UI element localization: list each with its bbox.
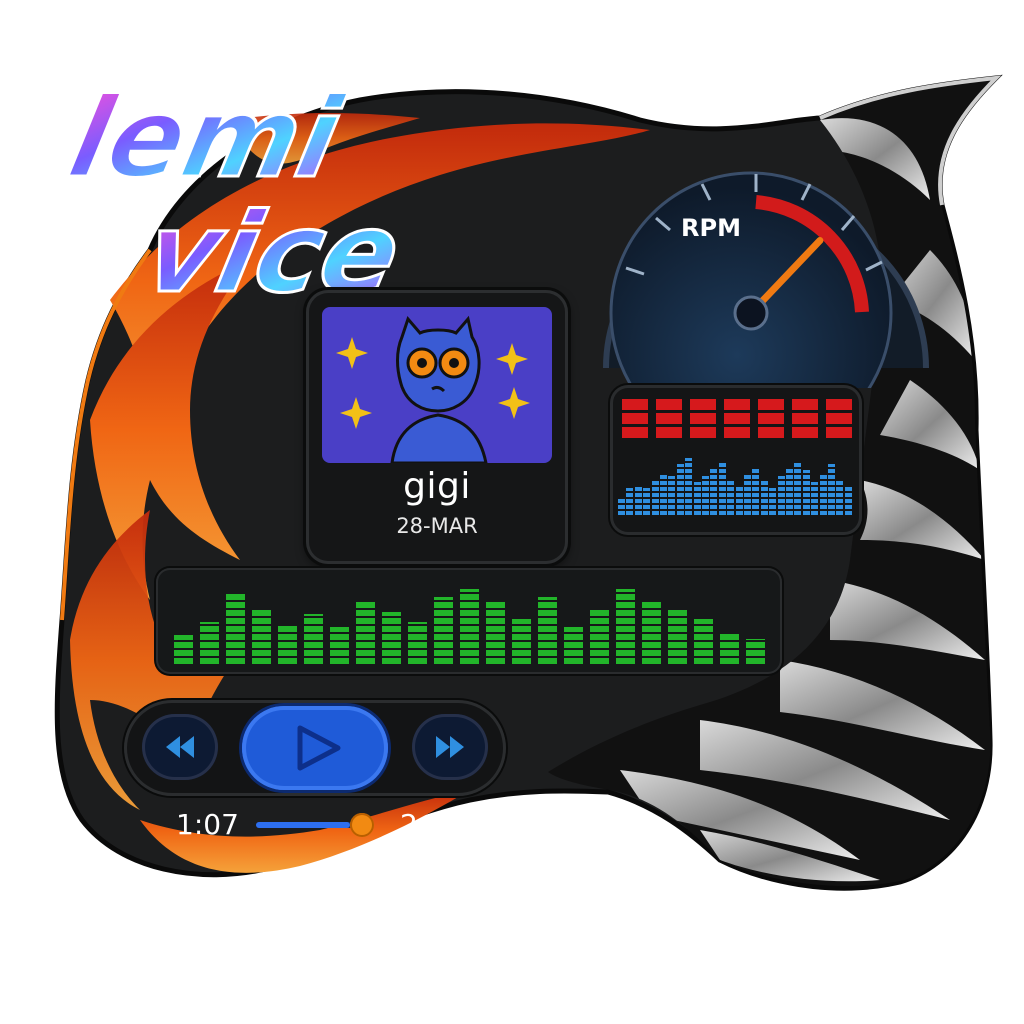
rewind-icon <box>166 736 194 758</box>
fast-forward-button[interactable] <box>412 714 488 780</box>
album-panel: gigi 28-MAR <box>306 290 568 564</box>
blue-spectrum-bar <box>786 467 793 515</box>
blue-spectrum-bar <box>618 497 625 515</box>
play-button[interactable] <box>242 706 388 790</box>
equalizer-bar <box>434 597 453 664</box>
red-level-block <box>792 399 818 439</box>
equalizer-bar <box>486 601 505 664</box>
equalizer-bar <box>226 592 245 664</box>
blue-spectrum-meter <box>618 455 854 515</box>
blue-spectrum-bar <box>634 485 642 515</box>
current-time: 1:07 <box>176 808 239 841</box>
red-level-block <box>690 399 716 439</box>
blue-spectrum-bar <box>802 470 810 515</box>
blue-spectrum-bar <box>710 467 718 515</box>
blue-spectrum-bar <box>676 464 684 515</box>
blue-spectrum-bar <box>651 479 659 515</box>
blue-spectrum-bar <box>811 482 819 515</box>
blue-spectrum-bar <box>693 482 701 515</box>
equalizer-bar <box>590 610 609 664</box>
blue-spectrum-bar <box>735 485 743 515</box>
equalizer-bar <box>460 589 479 664</box>
fast-forward-icon <box>436 736 464 758</box>
blue-spectrum-bar <box>828 464 835 515</box>
track-title: gigi <box>403 466 471 507</box>
equalizer-bar <box>200 622 219 664</box>
equalizer-bar <box>408 622 427 664</box>
equalizer-bar <box>616 589 635 664</box>
blue-spectrum-bar <box>769 488 777 515</box>
rpm-gauge: RPM <box>586 138 946 455</box>
equalizer-bar <box>356 601 375 664</box>
equalizer-bar <box>512 619 531 664</box>
blue-spectrum-bar <box>718 461 726 515</box>
seek-bar-fill <box>256 822 350 828</box>
blue-spectrum-bar <box>685 458 693 515</box>
equalizer-visualizer <box>156 568 782 674</box>
equalizer-bar <box>382 612 401 664</box>
equalizer-bar <box>668 610 687 664</box>
blue-spectrum-bar <box>643 488 651 515</box>
equalizer-bar <box>720 632 739 664</box>
equalizer-bar <box>174 635 193 664</box>
equalizer-bar <box>564 627 583 664</box>
app-logo: lemi vice <box>58 74 412 316</box>
blue-spectrum-bar <box>752 467 760 515</box>
play-icon <box>297 725 341 771</box>
blue-spectrum-bar <box>668 476 676 515</box>
seek-knob[interactable] <box>350 813 374 837</box>
blue-spectrum-bar <box>626 488 634 515</box>
equalizer-bar <box>278 624 297 664</box>
creature-icon <box>390 315 488 463</box>
vu-meter-panel <box>610 385 862 535</box>
equalizer-bar <box>746 639 765 664</box>
red-level-block <box>758 399 784 439</box>
blue-spectrum-bar <box>727 479 735 515</box>
red-level-block <box>826 399 852 439</box>
blue-spectrum-bar <box>777 476 785 515</box>
gauge-label: RPM <box>681 214 741 242</box>
blue-spectrum-bar <box>760 479 768 515</box>
svg-text:lemi: lemi <box>59 75 353 203</box>
blue-spectrum-bar <box>794 461 802 515</box>
equalizer-bar <box>252 610 271 664</box>
red-level-block <box>724 399 750 439</box>
blue-spectrum-bar <box>819 473 827 515</box>
rewind-button[interactable] <box>142 714 218 780</box>
blue-spectrum-bar <box>844 485 852 515</box>
gauge-hub <box>733 295 769 331</box>
red-level-meter <box>622 399 852 439</box>
equalizer-bar <box>330 627 349 664</box>
equalizer-bar <box>538 597 557 664</box>
red-level-block <box>622 399 648 439</box>
equalizer-bar <box>642 601 661 664</box>
equalizer-bar <box>694 619 713 664</box>
player-window: lemi vice RPM gigi 28-MAR 1:07 2:38 <box>0 0 1024 1024</box>
equalizer-bar <box>304 614 323 664</box>
track-date: 28-MAR <box>396 514 478 538</box>
transport-controls <box>124 700 506 796</box>
blue-spectrum-bar <box>744 473 751 515</box>
blue-spectrum-bar <box>836 479 844 515</box>
blue-spectrum-bar <box>660 473 667 515</box>
red-level-block <box>656 399 682 439</box>
seek-bar[interactable] <box>256 813 374 837</box>
total-time: 2:38 <box>400 808 463 841</box>
album-art[interactable] <box>322 307 552 463</box>
blue-spectrum-bar <box>702 476 709 515</box>
